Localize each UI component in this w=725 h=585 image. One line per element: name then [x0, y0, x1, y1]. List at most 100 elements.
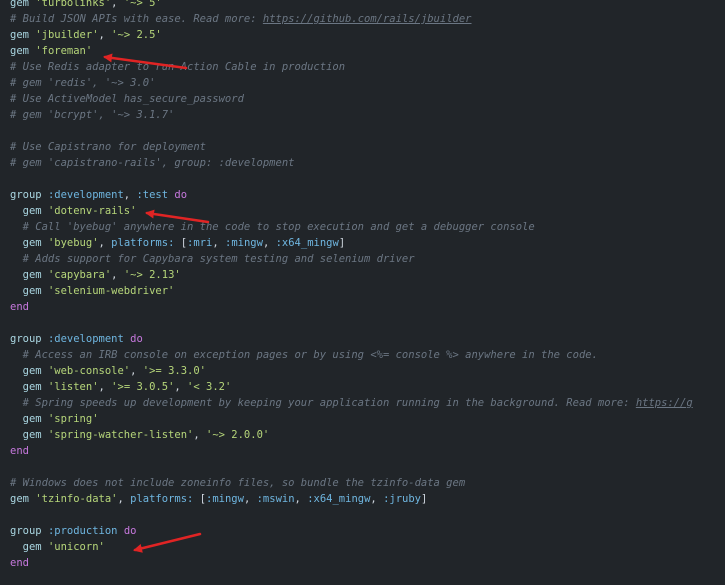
code-keyword: gem	[10, 205, 42, 217]
blank-code-line	[10, 459, 693, 475]
code-comment: # Spring speeds up development by keepin…	[10, 397, 636, 409]
symbol-literal: :x64_mingw	[275, 237, 339, 249]
code-line: # Call 'byebug' anywhere in the code to …	[10, 219, 693, 235]
code-line: # Spring speeds up development by keepin…	[10, 395, 693, 411]
code-line: # Access an IRB console on exception pag…	[10, 347, 693, 363]
code-punctuation: ]	[421, 493, 428, 505]
comment-link[interactable]: https://github.com/rails/jbuilder	[263, 13, 472, 25]
string-literal: '~> 2.0.0'	[206, 429, 270, 441]
code-line: gem 'spring-watcher-listen', '~> 2.0.0'	[10, 427, 693, 443]
code-line: # Adds support for Capybara system testi…	[10, 251, 693, 267]
code-content[interactable]: gem 'turbolinks', '~> 5' # Build JSON API…	[10, 0, 693, 571]
code-line: gem 'turbolinks', '~> 5'	[10, 0, 693, 11]
code-line: group :development do	[10, 331, 693, 347]
code-line: # Build JSON APIs with ease. Read more: …	[10, 11, 693, 27]
code-comment: # Windows does not include zoneinfo file…	[10, 477, 466, 489]
code-punctuation: ,	[193, 429, 206, 441]
code-line: # Use Redis adapter to run Action Cable …	[10, 59, 693, 75]
string-literal: 'unicorn'	[47, 541, 105, 553]
code-keyword: group	[10, 525, 42, 537]
code-line: gem 'byebug', platforms: [:mri, :mingw, …	[10, 235, 693, 251]
code-comment: # Call 'byebug' anywhere in the code to …	[10, 221, 535, 233]
code-keyword: gem	[10, 381, 42, 393]
code-punctuation: ,	[212, 237, 225, 249]
code-keyword: gem	[10, 365, 42, 377]
string-literal: 'tzinfo-data'	[35, 493, 118, 505]
code-punctuation: ,	[294, 493, 308, 505]
ruby-keyword: do	[130, 333, 143, 345]
blank-code-line	[10, 171, 693, 187]
code-keyword: gem	[10, 0, 29, 9]
code-line: gem 'jbuilder', '~> 2.5'	[10, 27, 693, 43]
code-keyword: gem	[10, 413, 42, 425]
code-line: # gem 'redis', '~> 3.0'	[10, 75, 693, 91]
symbol-literal: :mingw	[206, 493, 244, 505]
code-keyword: gem	[10, 45, 29, 57]
ruby-keyword: end	[10, 557, 29, 569]
code-punctuation: ,	[262, 237, 276, 249]
code-punctuation: ,	[98, 237, 112, 249]
code-line: gem 'foreman'	[10, 43, 693, 59]
code-punctuation: ]	[338, 237, 346, 249]
string-literal: 'selenium-webdriver'	[47, 285, 175, 297]
code-comment: # Adds support for Capybara system testi…	[10, 253, 415, 265]
string-literal: '< 3.2'	[187, 381, 232, 393]
code-punctuation: ,	[98, 29, 112, 41]
code-line: group :production do	[10, 523, 693, 539]
code-keyword: gem	[10, 269, 42, 281]
code-comment: # Use Redis adapter to run Action Cable …	[10, 61, 346, 73]
code-line: gem 'dotenv-rails'	[10, 203, 693, 219]
code-line: end	[10, 555, 693, 571]
code-line: # gem 'capistrano-rails', group: :develo…	[10, 155, 693, 171]
code-comment: # Access an IRB console on exception pag…	[10, 349, 598, 361]
ruby-keyword: do	[174, 189, 188, 201]
symbol-literal: :x64_mingw	[307, 493, 371, 505]
code-punctuation: [	[174, 237, 188, 249]
code-line: gem 'web-console', '>= 3.3.0'	[10, 363, 693, 379]
symbol-literal: :development	[47, 189, 124, 201]
string-literal: 'web-console'	[47, 365, 131, 377]
blank-code-line	[10, 507, 693, 523]
code-punctuation: ,	[111, 0, 124, 9]
ruby-keyword: end	[10, 445, 29, 457]
code-punctuation: ,	[111, 269, 124, 281]
code-punctuation: ,	[174, 381, 188, 393]
code-keyword: group	[10, 189, 42, 201]
blank-code-line	[10, 123, 693, 139]
code-line: gem 'selenium-webdriver'	[10, 283, 693, 299]
code-punctuation: ,	[243, 493, 257, 505]
comment-link[interactable]: https://g	[636, 397, 693, 409]
symbol-literal: :mswin	[256, 493, 295, 505]
string-literal: '~> 2.5'	[111, 29, 162, 41]
string-literal: 'jbuilder'	[35, 29, 99, 41]
code-line: # Use Capistrano for deployment	[10, 139, 693, 155]
symbol-literal: :production	[47, 525, 118, 537]
code-keyword: group	[10, 333, 42, 345]
string-literal: 'capybara'	[47, 269, 112, 281]
code-line: # Use ActiveModel has_secure_password	[10, 91, 693, 107]
code-keyword: gem	[10, 237, 42, 249]
string-literal: 'listen'	[47, 381, 99, 393]
code-comment: # gem 'capistrano-rails', group: :develo…	[10, 157, 295, 169]
code-comment: # gem 'bcrypt', '~> 3.1.7'	[10, 109, 175, 121]
string-literal: '>= 3.3.0'	[142, 365, 206, 377]
symbol-literal: :mri	[187, 237, 213, 249]
string-literal: 'spring-watcher-listen'	[47, 429, 194, 441]
symbol-literal: :jruby	[383, 493, 422, 505]
code-comment: # Use ActiveModel has_secure_password	[10, 93, 244, 105]
string-literal: '~> 5'	[123, 0, 162, 9]
code-line: # Windows does not include zoneinfo file…	[10, 475, 693, 491]
code-punctuation: ,	[117, 493, 131, 505]
string-literal: '>= 3.0.5'	[111, 381, 175, 393]
code-punctuation: ,	[370, 493, 384, 505]
ruby-keyword: end	[10, 301, 29, 313]
code-editor[interactable]: gem 'turbolinks', '~> 5' # Build JSON API…	[0, 0, 725, 585]
symbol-literal: platforms:	[111, 237, 175, 249]
code-line: group :development, :test do	[10, 187, 693, 203]
code-keyword: gem	[10, 29, 29, 41]
code-keyword: gem	[10, 541, 42, 553]
blank-code-line	[10, 315, 693, 331]
code-punctuation: ,	[130, 365, 143, 377]
string-literal: 'turbolinks'	[35, 0, 112, 9]
code-line: end	[10, 443, 693, 459]
